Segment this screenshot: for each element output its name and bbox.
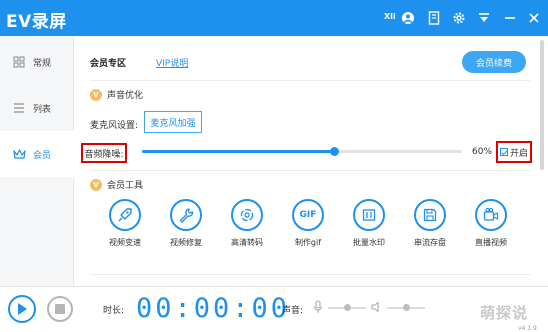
profile-icon[interactable] [398, 8, 418, 28]
grid-icon [12, 55, 26, 69]
close-icon[interactable] [524, 8, 544, 28]
divider [90, 80, 530, 81]
tool-live-video[interactable]: 直播视频 [464, 199, 518, 248]
slider-handle[interactable] [330, 147, 339, 156]
vip-badge-icon: V [90, 178, 102, 191]
file-icon[interactable] [424, 8, 444, 28]
watermark-text: 萌探说 [480, 304, 529, 322]
start-recording-button[interactable] [8, 295, 36, 323]
sidebar-item-label: 会员 [33, 150, 52, 161]
title-bar: EV录屏 Xli [0, 0, 548, 36]
save-icon[interactable] [414, 199, 446, 231]
recording-timer: 00:00:00 [136, 293, 291, 324]
divider [90, 170, 530, 171]
vip-info-link[interactable]: VIP说明 [156, 56, 188, 69]
renew-membership-button[interactable]: 会员续费 [462, 51, 526, 73]
sidebar-item-general[interactable]: 常规 [0, 39, 74, 85]
stop-recording-button[interactable] [47, 296, 73, 322]
sidebar-item-list[interactable]: 列表 [0, 85, 74, 131]
stop-icon [55, 304, 65, 314]
tool-stream-save[interactable]: 串流存盘 [403, 199, 457, 248]
duration-label: 时长: [103, 306, 125, 316]
sidebar-item-label: 常规 [33, 58, 52, 69]
divider [90, 274, 530, 275]
mic-settings-label: 麦克风设置: [90, 121, 139, 131]
tool-batch-watermark[interactable]: 批量水印 [342, 199, 396, 248]
microphone-icon[interactable] [312, 300, 324, 314]
watermark-icon[interactable] [353, 199, 385, 231]
tool-video-speed[interactable]: 视频变速 [98, 199, 152, 248]
sidebar-item-label: 列表 [33, 104, 52, 115]
noise-reduction-enable-checkbox[interactable]: 开启 [496, 141, 532, 163]
slider-handle[interactable] [403, 304, 410, 311]
slider-handle[interactable] [344, 304, 351, 311]
tools-section-title: V 会员工具 [90, 178, 143, 191]
vertical-scrollbar[interactable] [540, 40, 544, 170]
volume-label: 声音: [282, 306, 304, 316]
list-icon [12, 101, 26, 115]
transcode-icon[interactable] [231, 199, 263, 231]
settings-gear-icon[interactable] [449, 8, 469, 28]
checkbox-checked-icon[interactable] [499, 148, 508, 156]
gif-icon[interactable]: GIF [292, 199, 324, 231]
noise-reduction-label: 音频降噪: [81, 143, 127, 163]
speaker-icon[interactable] [371, 300, 383, 314]
vip-zone-label: 会员专区 [90, 59, 127, 69]
version-label: v4.1.9 [518, 325, 537, 332]
speaker-volume-slider[interactable] [387, 304, 425, 311]
vip-panel: 会员专区 VIP说明 会员续费 V 声音优化 麦克风设置: 麦克风加强 音频降噪… [74, 36, 534, 286]
noise-reduction-value: 60% [472, 147, 493, 157]
play-icon [18, 303, 27, 315]
minimize-icon[interactable] [500, 8, 520, 28]
mic-volume-slider[interactable] [328, 304, 366, 311]
slider-fill [142, 150, 334, 153]
vip-badge-icon: V [90, 88, 102, 101]
tool-hd-transcode[interactable]: 高清转码 [220, 199, 274, 248]
mic-boost-button[interactable]: 麦克风加强 [144, 111, 202, 133]
noise-reduction-slider[interactable] [142, 147, 462, 156]
menu-dropdown-icon[interactable] [474, 8, 494, 28]
recording-control-bar: 时长: 00:00:00 声音: 萌探说 v4.1.9 [0, 286, 548, 332]
app-title: EV录屏 [6, 12, 67, 32]
user-name[interactable]: Xli [384, 12, 396, 21]
audio-section-title: V 声音优化 [90, 88, 143, 101]
tool-make-gif[interactable]: GIF 制作gif [281, 199, 335, 248]
rocket-icon[interactable] [109, 199, 141, 231]
tool-video-repair[interactable]: 视频修复 [159, 199, 213, 248]
sidebar: 常规 列表 会员 [0, 36, 74, 286]
wrench-icon[interactable] [170, 199, 202, 231]
crown-icon [12, 147, 26, 161]
sidebar-item-vip[interactable]: 会员 [0, 131, 74, 177]
camera-icon[interactable] [475, 199, 507, 231]
